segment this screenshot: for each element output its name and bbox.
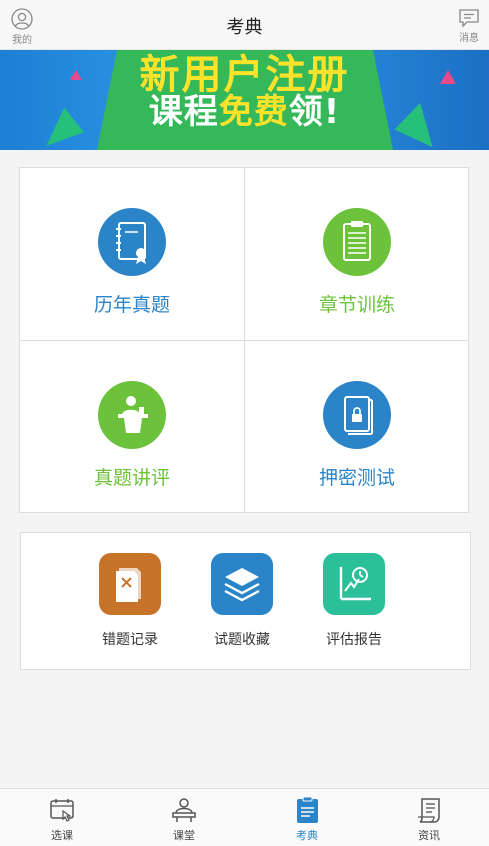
messages-button[interactable]: 消息 — [449, 8, 489, 44]
calendar-pointer-icon — [50, 799, 74, 822]
classroom-icon — [172, 798, 196, 822]
tab-news-label: 资讯 — [418, 829, 440, 842]
chapter-practice-tile[interactable]: 章节训练 — [245, 168, 469, 340]
tab-course-select[interactable]: 选课 — [22, 797, 102, 843]
promo-banner[interactable]: 新用户注册 课程免费领! — [0, 50, 489, 150]
assessment-report-label: 评估报告 — [326, 632, 382, 648]
wrong-notes-button[interactable]: 错题记录 — [75, 553, 185, 649]
chapter-practice-label: 章节训练 — [318, 294, 395, 316]
tab-exam-book[interactable]: 考典 — [267, 797, 347, 843]
tab-exam-book-label: 考典 — [296, 829, 318, 842]
tab-course-select-label: 选课 — [51, 829, 73, 842]
report-chart-icon — [323, 553, 385, 615]
book-certificate-icon — [98, 208, 166, 276]
exam-review-label: 真题讲评 — [93, 467, 170, 489]
exam-book-icon — [297, 797, 318, 823]
page-title: 考典 — [226, 17, 263, 38]
past-exams-tile[interactable]: 历年真题 — [20, 168, 244, 340]
layers-icon — [211, 553, 273, 615]
secret-test-label: 押密测试 — [318, 467, 395, 489]
wrong-notes-icon — [99, 553, 161, 615]
top-bar: 我的 考典 消息 — [0, 0, 489, 50]
clipboard-list-icon — [323, 208, 391, 276]
secret-test-tile[interactable]: 押密测试 — [245, 341, 469, 513]
message-icon — [459, 9, 479, 28]
favorites-label: 试题收藏 — [214, 632, 270, 648]
study-tools-panel: 错题记录 试题收藏 评估报告 — [20, 532, 471, 670]
lecturer-podium-icon — [98, 381, 166, 449]
tab-news[interactable]: 资讯 — [389, 797, 469, 843]
exam-category-grid: 历年真题 章节训练 真题讲评 押密测试 — [19, 167, 469, 513]
exam-review-tile[interactable]: 真题讲评 — [20, 341, 244, 513]
messages-label: 消息 — [459, 33, 479, 44]
assessment-report-button[interactable]: 评估报告 — [299, 553, 409, 649]
news-scroll-icon — [418, 798, 440, 823]
banner-subline: 课程免费领! — [148, 92, 341, 132]
bottom-nav: 选课 课堂 考典 资讯 — [0, 788, 489, 846]
wrong-notes-label: 错题记录 — [102, 632, 158, 648]
locked-book-icon — [323, 381, 391, 449]
tab-classroom-label: 课堂 — [173, 829, 195, 842]
past-exams-label: 历年真题 — [93, 294, 170, 316]
favorites-button[interactable]: 试题收藏 — [187, 553, 297, 649]
tab-classroom[interactable]: 课堂 — [144, 797, 224, 843]
